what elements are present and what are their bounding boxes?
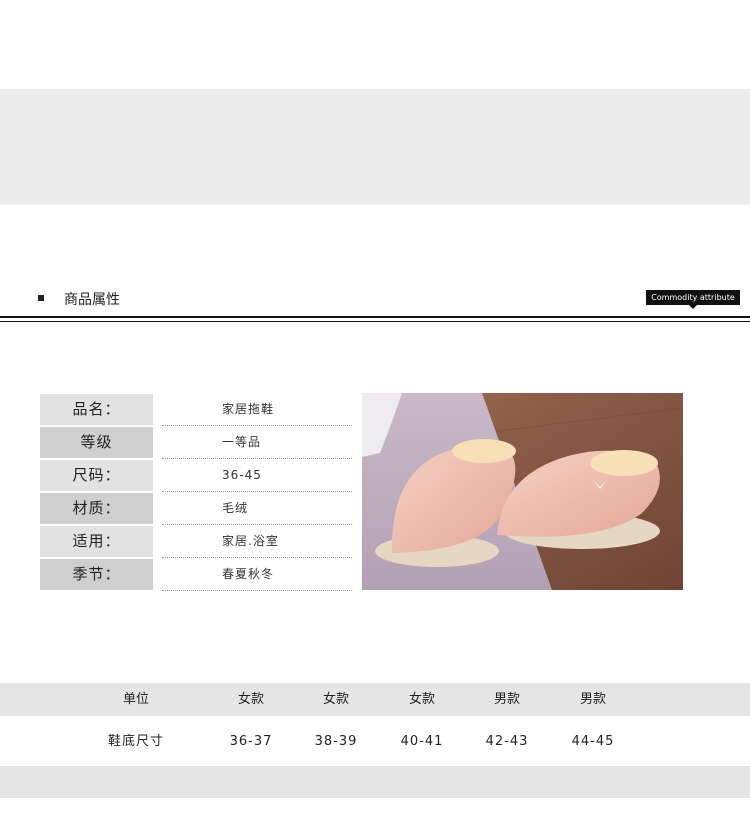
row-cell: 40-41 <box>400 734 444 749</box>
product-photo <box>362 393 683 590</box>
header-cell: 女款 <box>408 692 435 707</box>
row-cell: 38-39 <box>314 734 358 749</box>
attribute-key: 材质： <box>40 493 153 524</box>
attribute-row: 材质： 毛绒 <box>40 493 352 526</box>
attribute-key: 适用： <box>40 526 153 557</box>
header-cell: 男款 <box>579 692 606 707</box>
row-cell: 42-43 <box>485 734 529 749</box>
attribute-key: 季节： <box>40 559 153 590</box>
attribute-key: 等级 <box>40 427 153 458</box>
size-table-header: 单位 女款 女款 女款 男款 男款 <box>0 683 750 716</box>
dotted-divider <box>162 458 352 459</box>
slipper-lining-left <box>452 439 516 463</box>
attribute-value: 家居拖鞋 <box>222 402 275 416</box>
top-banner-band <box>0 89 750 205</box>
dotted-divider <box>162 557 352 558</box>
attribute-row: 季节： 春夏秋冬 <box>40 559 352 592</box>
dotted-divider <box>162 491 352 492</box>
attribute-row: 品名： 家居拖鞋 <box>40 394 352 427</box>
divider-thick <box>0 316 750 318</box>
attribute-row: 适用： 家居.浴室 <box>40 526 352 559</box>
header-cell: 男款 <box>493 692 520 707</box>
attribute-row: 等级 一等品 <box>40 427 352 460</box>
section-title: 商品属性 <box>64 292 120 308</box>
divider-thin <box>0 321 750 322</box>
row-cell: 鞋底尺寸 <box>107 734 164 749</box>
row-cell: 36-37 <box>229 734 273 749</box>
attribute-key: 尺码： <box>40 460 153 491</box>
dotted-divider <box>162 425 352 426</box>
header-cell: 单位 <box>122 692 149 707</box>
header-cell: 女款 <box>237 692 264 707</box>
square-bullet-icon <box>38 295 44 301</box>
attribute-value: 毛绒 <box>222 501 249 515</box>
tag-pointer-icon <box>689 305 697 309</box>
header-cell: 女款 <box>322 692 349 707</box>
section-header: 商品属性 Commodity attribute <box>0 284 750 324</box>
attribute-table: 品名： 家居拖鞋 等级 一等品 尺码： 36-45 材质： 毛绒 适用： 家居.… <box>40 394 352 592</box>
attribute-key: 品名： <box>40 394 153 425</box>
section-tag: Commodity attribute <box>646 290 740 305</box>
attribute-value: 春夏秋冬 <box>222 567 275 581</box>
attribute-value: 一等品 <box>222 435 262 449</box>
attribute-value: 家居.浴室 <box>222 534 279 548</box>
attribute-row: 尺码： 36-45 <box>40 460 352 493</box>
size-table-footer-band <box>0 766 750 798</box>
dotted-divider <box>162 524 352 525</box>
size-table-row: 鞋底尺寸 36-37 38-39 40-41 42-43 44-45 <box>0 727 750 757</box>
slipper-lining-right <box>590 450 658 476</box>
row-cell: 44-45 <box>571 734 615 749</box>
attribute-value: 36-45 <box>222 468 262 482</box>
dotted-divider <box>162 590 352 591</box>
